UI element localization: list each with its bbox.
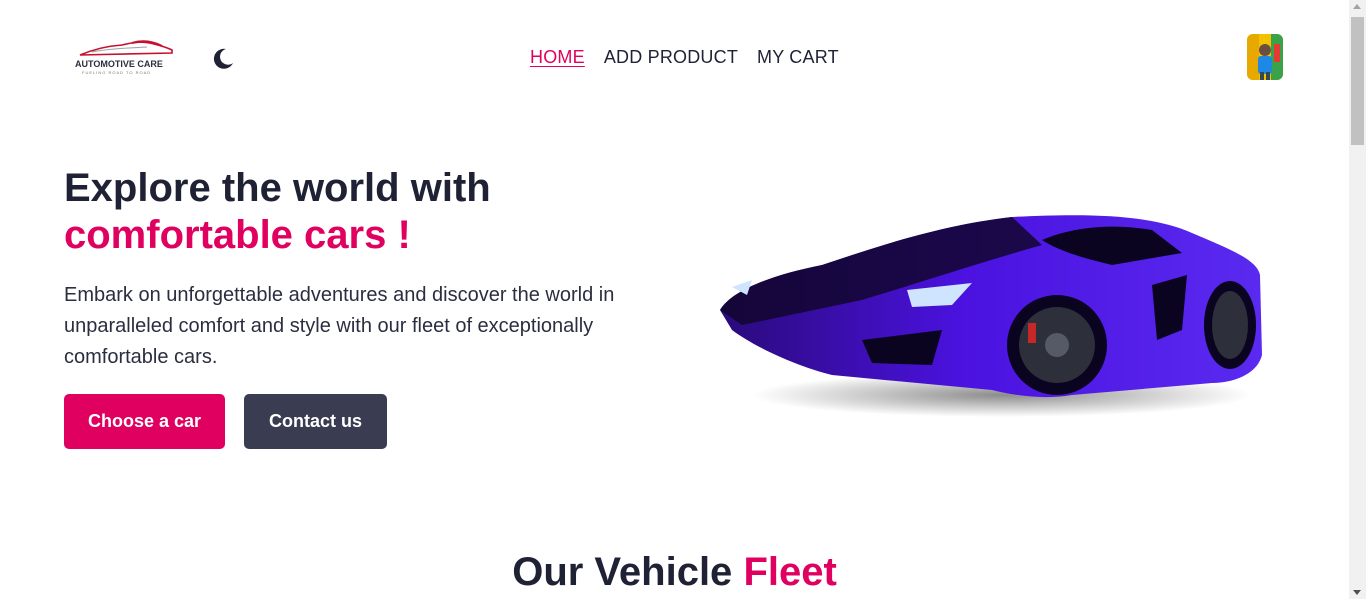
- fleet-title-main: Our Vehicle: [512, 550, 733, 594]
- logo-tagline: FUELING ROAD TO ROAD: [82, 70, 151, 75]
- brand-logo[interactable]: AUTOMOTIVE CARE FUELING ROAD TO ROAD: [72, 38, 176, 78]
- scroll-down-icon[interactable]: [1353, 590, 1361, 595]
- fleet-title-accent: Fleet: [743, 550, 837, 594]
- scroll-up-icon[interactable]: [1353, 4, 1361, 9]
- fleet-section-title: Our Vehicle Fleet: [0, 550, 1349, 595]
- nav-home-link[interactable]: HOME: [530, 47, 585, 68]
- hero-title: Explore the world with comfortable cars …: [64, 165, 491, 259]
- user-avatar[interactable]: [1247, 34, 1283, 80]
- contact-us-button[interactable]: Contact us: [244, 394, 387, 449]
- scrollbar-thumb[interactable]: [1351, 17, 1364, 145]
- nav-my-cart-link[interactable]: MY CART: [757, 47, 839, 68]
- site-header: AUTOMOTIVE CARE FUELING ROAD TO ROAD HOM…: [0, 0, 1349, 115]
- hero-car-image: [712, 205, 1268, 420]
- hero-title-accent: comfortable cars !: [64, 213, 411, 257]
- moon-icon[interactable]: [209, 46, 235, 72]
- logo-text: AUTOMOTIVE CARE: [75, 59, 163, 69]
- vertical-scrollbar[interactable]: [1349, 0, 1366, 599]
- choose-car-button[interactable]: Choose a car: [64, 394, 225, 449]
- hero-description: Embark on unforgettable adventures and d…: [64, 284, 615, 368]
- nav-add-product-link[interactable]: ADD PRODUCT: [604, 47, 738, 68]
- hero-title-line1: Explore the world with: [64, 166, 491, 210]
- main-nav: HOME ADD PRODUCT MY CART: [530, 47, 839, 68]
